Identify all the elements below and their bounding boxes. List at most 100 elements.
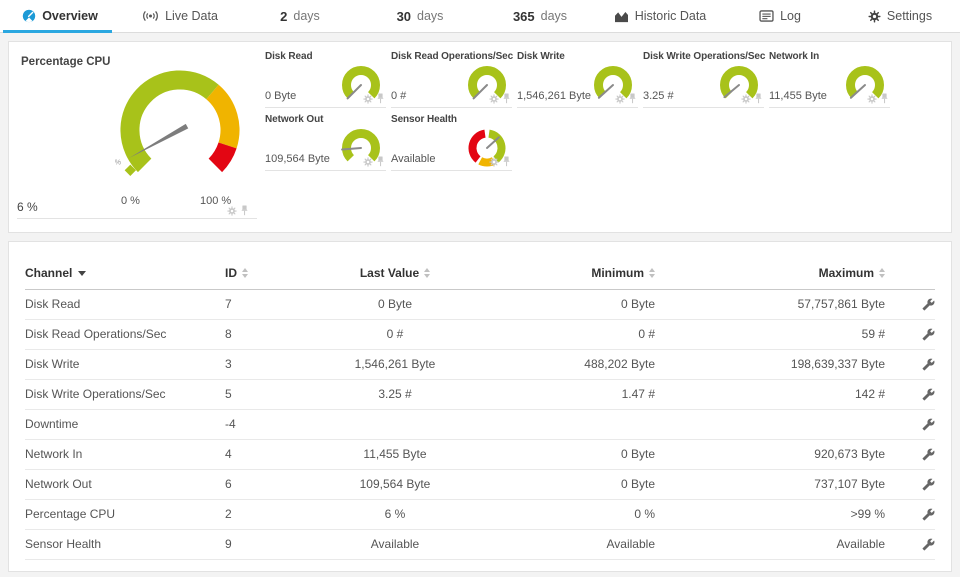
channel-id: 5 bbox=[225, 380, 285, 410]
gauge-footer-icons bbox=[741, 93, 763, 104]
tab-label: Live Data bbox=[165, 9, 218, 23]
tab-log[interactable]: Log bbox=[720, 0, 840, 32]
tab-365-days[interactable]: 365days bbox=[480, 0, 600, 32]
channel-settings-wrench-icon[interactable] bbox=[922, 298, 935, 311]
channel-name: Network In bbox=[25, 440, 225, 470]
sort-caret-icon bbox=[78, 271, 86, 276]
gauge-title: Disk Read Operations/Sec bbox=[391, 51, 512, 62]
gauge-pin-icon[interactable] bbox=[880, 93, 889, 104]
tab-overview[interactable]: Overview bbox=[0, 0, 120, 32]
gauge-footer-icons bbox=[867, 93, 889, 104]
tab-30-days[interactable]: 30days bbox=[360, 0, 480, 32]
column-label: Minimum bbox=[591, 266, 644, 280]
gauge-pin-icon[interactable] bbox=[240, 205, 249, 216]
channel-last-value: 6 % bbox=[285, 500, 505, 530]
channel-minimum: 0 Byte bbox=[505, 440, 655, 470]
column-header-maximum[interactable]: Maximum bbox=[655, 260, 885, 290]
channel-id: 6 bbox=[225, 470, 285, 500]
channel-settings-wrench-icon[interactable] bbox=[922, 508, 935, 521]
channel-settings-wrench-icon[interactable] bbox=[922, 538, 935, 551]
gauge-icon bbox=[22, 9, 36, 23]
channel-settings-wrench-icon[interactable] bbox=[922, 388, 935, 401]
column-header-channel[interactable]: Channel bbox=[25, 260, 225, 290]
channel-minimum: 0 % bbox=[505, 500, 655, 530]
gauge-value: 0 Byte bbox=[265, 90, 296, 102]
cpu-gauge-value: 6 % bbox=[17, 200, 38, 214]
column-header-last-value[interactable]: Last Value bbox=[285, 260, 505, 290]
column-label: Channel bbox=[25, 266, 72, 280]
tab-label: Historic Data bbox=[635, 9, 707, 23]
gauge-footer-icons bbox=[489, 156, 511, 167]
channel-minimum bbox=[505, 410, 655, 440]
sort-icon bbox=[424, 268, 430, 278]
channel-minimum: 1.47 # bbox=[505, 380, 655, 410]
tab-historic-data[interactable]: Historic Data bbox=[600, 0, 720, 32]
channel-settings-wrench-icon[interactable] bbox=[922, 448, 935, 461]
gauge-settings-gear-icon[interactable] bbox=[363, 157, 373, 167]
channel-settings-wrench-icon[interactable] bbox=[922, 478, 935, 491]
mini-gauge-network-in: Network In 11,455 Byte bbox=[769, 51, 890, 108]
column-label: Last Value bbox=[360, 266, 419, 280]
channel-name: Disk Read Operations/Sec bbox=[25, 320, 225, 350]
channel-name: Percentage CPU bbox=[25, 500, 225, 530]
channel-name: Downtime bbox=[25, 410, 225, 440]
gauge-settings-gear-icon[interactable] bbox=[867, 94, 877, 104]
tab-live-data[interactable]: Live Data bbox=[120, 0, 240, 32]
gauge-footer-icons bbox=[363, 156, 385, 167]
column-header-actions bbox=[885, 260, 935, 290]
gauge-pin-icon[interactable] bbox=[628, 93, 637, 104]
channel-last-value: 0 Byte bbox=[285, 290, 505, 320]
live-data-icon bbox=[142, 10, 159, 22]
gauge-value: 3.25 # bbox=[643, 90, 674, 102]
gauge-pin-icon[interactable] bbox=[502, 156, 511, 167]
gauge-pin-icon[interactable] bbox=[754, 93, 763, 104]
channel-settings-wrench-icon[interactable] bbox=[922, 418, 935, 431]
channel-id: -4 bbox=[225, 410, 285, 440]
mini-gauge-disk-read-operations-sec: Disk Read Operations/Sec0 # bbox=[391, 51, 512, 108]
column-label: ID bbox=[225, 266, 237, 280]
channel-settings-wrench-icon[interactable] bbox=[922, 328, 935, 341]
channel-id: 9 bbox=[225, 530, 285, 560]
cpu-gauge[interactable]: % bbox=[105, 64, 255, 201]
gauge-pin-icon[interactable] bbox=[376, 156, 385, 167]
channel-minimum: 488,202 Byte bbox=[505, 350, 655, 380]
gauge-footer-icons bbox=[363, 93, 385, 104]
mini-gauge-network-out: Network Out109,564 Byte bbox=[265, 114, 386, 171]
mini-gauge-sensor-health: Sensor HealthAvailable bbox=[391, 114, 512, 171]
gauge-footer-icons bbox=[615, 93, 637, 104]
tab-2-days[interactable]: 2days bbox=[240, 0, 360, 32]
mini-gauges-grid: Disk Read0 ByteDisk Read Operations/Sec0… bbox=[265, 50, 943, 177]
mini-gauge-disk-write: Disk Write1,546,261 Byte bbox=[517, 51, 638, 108]
tab-number: 30 bbox=[397, 9, 411, 24]
gauge-settings-gear-icon[interactable] bbox=[741, 94, 751, 104]
gauge-title: Network In bbox=[769, 51, 890, 62]
gauges-panel: Percentage CPU % 0 % 100 % 6 % Disk Read… bbox=[8, 41, 952, 233]
column-header-minimum[interactable]: Minimum bbox=[505, 260, 655, 290]
tab-label: days bbox=[293, 9, 319, 23]
channels-table: Channel ID Last Value Minimum Maximum Disk Re… bbox=[25, 260, 935, 560]
mini-gauge-disk-read: Disk Read0 Byte bbox=[265, 51, 386, 108]
channel-last-value: Available bbox=[285, 530, 505, 560]
gauge-value: 11,455 Byte bbox=[769, 90, 827, 102]
channel-id: 7 bbox=[225, 290, 285, 320]
cpu-scale-min: 0 % bbox=[121, 195, 140, 207]
gauge-footer-icons bbox=[227, 205, 249, 216]
channel-name: Disk Write Operations/Sec bbox=[25, 380, 225, 410]
gauge-settings-gear-icon[interactable] bbox=[489, 157, 499, 167]
channel-maximum: 59 # bbox=[655, 320, 885, 350]
gauge-settings-gear-icon[interactable] bbox=[363, 94, 373, 104]
column-header-id[interactable]: ID bbox=[225, 260, 285, 290]
channel-minimum: Available bbox=[505, 530, 655, 560]
channel-id: 3 bbox=[225, 350, 285, 380]
gauge-settings-gear-icon[interactable] bbox=[615, 94, 625, 104]
channel-minimum: 0 # bbox=[505, 320, 655, 350]
channel-maximum: 737,107 Byte bbox=[655, 470, 885, 500]
gauge-settings-gear-icon[interactable] bbox=[489, 94, 499, 104]
tab-label: Settings bbox=[887, 9, 932, 23]
channel-settings-wrench-icon[interactable] bbox=[922, 358, 935, 371]
gauge-pin-icon[interactable] bbox=[502, 93, 511, 104]
gauge-settings-gear-icon[interactable] bbox=[227, 206, 237, 216]
tab-label: days bbox=[541, 9, 567, 23]
tab-settings[interactable]: Settings bbox=[840, 0, 960, 32]
gauge-pin-icon[interactable] bbox=[376, 93, 385, 104]
